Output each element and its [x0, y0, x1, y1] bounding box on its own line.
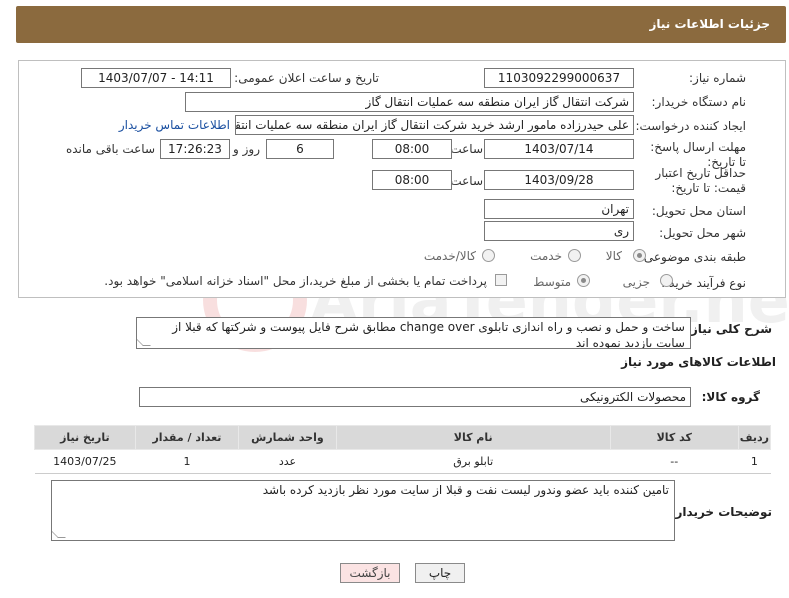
- page-title: جزئیات اطلاعات نیاز: [649, 17, 770, 31]
- cell-quantity: 1: [135, 449, 239, 474]
- cell-goods-code: --: [610, 449, 739, 474]
- reply-date-field[interactable]: 1403/07/14: [484, 139, 634, 159]
- category-service-label: خدمت: [530, 249, 562, 263]
- goods-group-label: گروه کالا:: [701, 390, 760, 404]
- days-remaining-field[interactable]: 6: [266, 139, 334, 159]
- days-label: روز و: [233, 142, 260, 156]
- city-label: شهر محل تحویل:: [659, 226, 746, 240]
- category-goods-radio[interactable]: [633, 249, 646, 262]
- validity-time-field[interactable]: 08:00: [372, 170, 452, 190]
- process-medium-radio[interactable]: [577, 274, 590, 287]
- col-goods-code: کد کالا: [609, 425, 739, 450]
- reply-time-label: ساعت: [450, 142, 483, 156]
- province-field[interactable]: تهران: [484, 199, 634, 219]
- cell-row-number: 1: [738, 449, 771, 474]
- page-header: جزئیات اطلاعات نیاز: [16, 6, 786, 43]
- cell-unit: عدد: [238, 449, 337, 474]
- goods-table: ردیف کد کالا نام کالا واحد شمارش تعداد /…: [34, 425, 772, 474]
- announce-date-field[interactable]: 1403/07/07 - 14:11: [81, 68, 231, 88]
- reply-time-field[interactable]: 08:00: [372, 139, 452, 159]
- goods-table-header: ردیف کد کالا نام کالا واحد شمارش تعداد /…: [34, 425, 772, 450]
- buyer-notes-text: تامین کننده باید عضو وندور لیست نفت و قب…: [262, 483, 669, 497]
- creator-field[interactable]: علی حیدرزاده مامور ارشد خرید شرکت انتقال…: [235, 115, 634, 135]
- description-text: ساخت و حمل و نصب و راه اندازی تابلوی cha…: [172, 320, 685, 349]
- province-label: استان محل تحویل:: [651, 204, 746, 218]
- validity-time-label: ساعت: [450, 174, 483, 188]
- need-number-label: شماره نیاز:: [689, 71, 746, 85]
- process-medium-label: متوسط: [533, 275, 571, 289]
- category-goods-service-label: کالا/خدمت: [423, 249, 476, 263]
- back-button[interactable]: بازگشت: [340, 563, 400, 583]
- category-label: طبقه بندی موضوعی:: [639, 250, 746, 264]
- price-validity-label: حداقل تاریخ اعتبار قیمت: تا تاریخ:: [655, 166, 746, 195]
- buyer-notes-label: توضیحات خریدار:: [670, 505, 772, 519]
- col-quantity: تعداد / مقدار: [134, 425, 240, 450]
- buyer-org-field[interactable]: شرکت انتقال گاز ایران منطقه سه عملیات ان…: [185, 92, 634, 112]
- buyer-org-label: نام دستگاه خریدار:: [651, 95, 747, 109]
- print-button[interactable]: چاپ: [415, 563, 465, 583]
- process-minor-radio[interactable]: [660, 274, 673, 287]
- process-type-label: نوع فرآیند خرید :: [661, 276, 746, 290]
- table-row: 1 -- تابلو برق عدد 1 1403/07/25: [34, 449, 771, 474]
- category-service-radio[interactable]: [568, 249, 581, 262]
- creator-label: ایجاد کننده درخواست:: [635, 119, 746, 133]
- city-field[interactable]: ری: [484, 221, 634, 241]
- goods-section-title: اطلاعات کالاهای مورد نیاز: [621, 355, 776, 369]
- resize-handle-icon[interactable]: [52, 530, 66, 538]
- col-goods-name: نام کالا: [335, 425, 611, 450]
- category-goods-service-radio[interactable]: [482, 249, 495, 262]
- description-label: شرح کلی نیاز:: [686, 322, 772, 336]
- cell-goods-name: تابلو برق: [336, 449, 611, 474]
- announce-date-label: تاریخ و ساعت اعلان عمومی:: [234, 71, 379, 85]
- validity-date-field[interactable]: 1403/09/28: [484, 170, 634, 190]
- remaining-time-field[interactable]: 17:26:23: [160, 139, 230, 159]
- col-row-number: ردیف: [737, 425, 772, 450]
- category-goods-label: کالا: [605, 249, 622, 263]
- treasury-payment-checkbox[interactable]: [495, 274, 507, 286]
- process-minor-label: جزیی: [622, 275, 650, 289]
- treasury-payment-note: پرداخت تمام یا بخشی از مبلغ خرید،از محل …: [104, 274, 487, 288]
- need-number-field[interactable]: 1103092299000637: [484, 68, 634, 88]
- col-need-date: تاریخ نیاز: [34, 425, 136, 450]
- cell-need-date: 1403/07/25: [34, 449, 136, 474]
- buyer-notes-textarea[interactable]: تامین کننده باید عضو وندور لیست نفت و قب…: [51, 480, 675, 541]
- description-textarea[interactable]: ساخت و حمل و نصب و راه اندازی تابلوی cha…: [136, 317, 691, 349]
- remaining-time-label: ساعت باقی مانده: [65, 142, 155, 156]
- col-unit: واحد شمارش: [238, 425, 337, 450]
- resize-handle-icon[interactable]: [137, 338, 151, 346]
- goods-group-field[interactable]: محصولات الکترونیکی: [139, 387, 691, 407]
- buyer-contact-link[interactable]: اطلاعات تماس خریدار: [119, 118, 230, 132]
